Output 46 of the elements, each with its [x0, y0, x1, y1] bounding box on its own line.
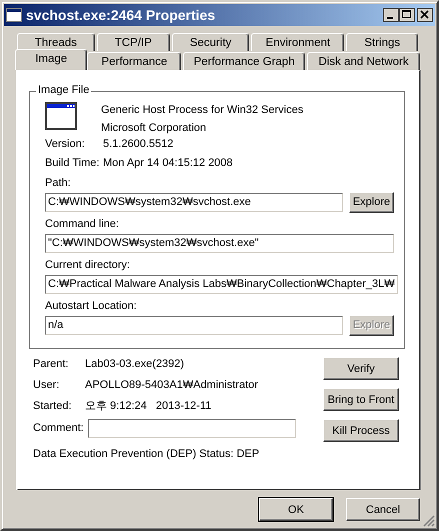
tab[interactable]: Security [172, 33, 250, 51]
close-icon[interactable] [417, 8, 433, 22]
tab[interactable]: Disk and Network [307, 52, 420, 70]
description-text: Generic Host Process for Win32 Services [101, 104, 304, 116]
dep-status: Data Execution Prevention (DEP) Status: DEP [33, 448, 260, 460]
tab[interactable]: Environment [251, 33, 344, 51]
field-label: Command line: [45, 216, 120, 232]
application-window-icon [45, 102, 77, 130]
field-label: Current directory: [45, 258, 131, 272]
text-field[interactable]: C:₩Practical Malware Analysis Labs₩BinaryCollection₩Chapter_3L₩ [45, 274, 398, 294]
tab[interactable]: Performance [87, 52, 182, 70]
minimize-icon[interactable] [383, 8, 399, 22]
dialog-button[interactable]: Cancel [346, 498, 420, 521]
field-label: Path: [45, 176, 72, 190]
detail-label: Version: [45, 138, 86, 150]
action-button[interactable]: Bring to Front [323, 388, 399, 411]
tab[interactable]: Threads [17, 33, 95, 51]
info-value: Lab03-03.exe(2392) [85, 358, 184, 370]
tab[interactable]: Performance Graph [183, 52, 306, 70]
comment-label: Comment: [33, 422, 84, 434]
comment-field[interactable] [88, 418, 296, 438]
tab[interactable]: Strings [346, 33, 418, 51]
text-field[interactable]: C:₩WINDOWS₩system32₩svchost.exe [45, 192, 343, 212]
company-text: Microsoft Corporation [101, 122, 208, 134]
detail-value: Mon Apr 14 04:15:12 2008 [103, 156, 233, 168]
window-title: svchost.exe:2464 Properties [26, 7, 216, 23]
info-label: User: [33, 378, 60, 390]
info-value: APOLLO89-5403A1₩Administrator [85, 378, 258, 390]
window-icon [6, 8, 22, 22]
text-field[interactable]: "C:₩WINDOWS₩system32₩svchost.exe" [45, 234, 394, 252]
text-field[interactable]: n/a [45, 316, 343, 334]
info-label: Parent: [33, 358, 70, 370]
tab[interactable]: TCP/IP [96, 33, 170, 51]
tab[interactable]: Image [15, 49, 88, 70]
detail-value: 5.1.2600.5512 [103, 138, 174, 150]
group-title: Image File [36, 84, 92, 96]
action-button[interactable]: Verify [323, 357, 399, 380]
resize-grip-icon[interactable] [423, 515, 435, 527]
field-label: Autostart Location: [45, 298, 138, 314]
explore-button[interactable]: Explore [349, 192, 394, 212]
dialog-button[interactable]: OK [259, 498, 333, 521]
info-value: 오후 9:12:24 2013-12-11 [85, 399, 212, 413]
info-label: Started: [33, 400, 73, 412]
detail-label: Build Time: [45, 156, 100, 168]
action-button[interactable]: Kill Process [323, 419, 399, 442]
maximize-icon[interactable] [399, 8, 415, 22]
